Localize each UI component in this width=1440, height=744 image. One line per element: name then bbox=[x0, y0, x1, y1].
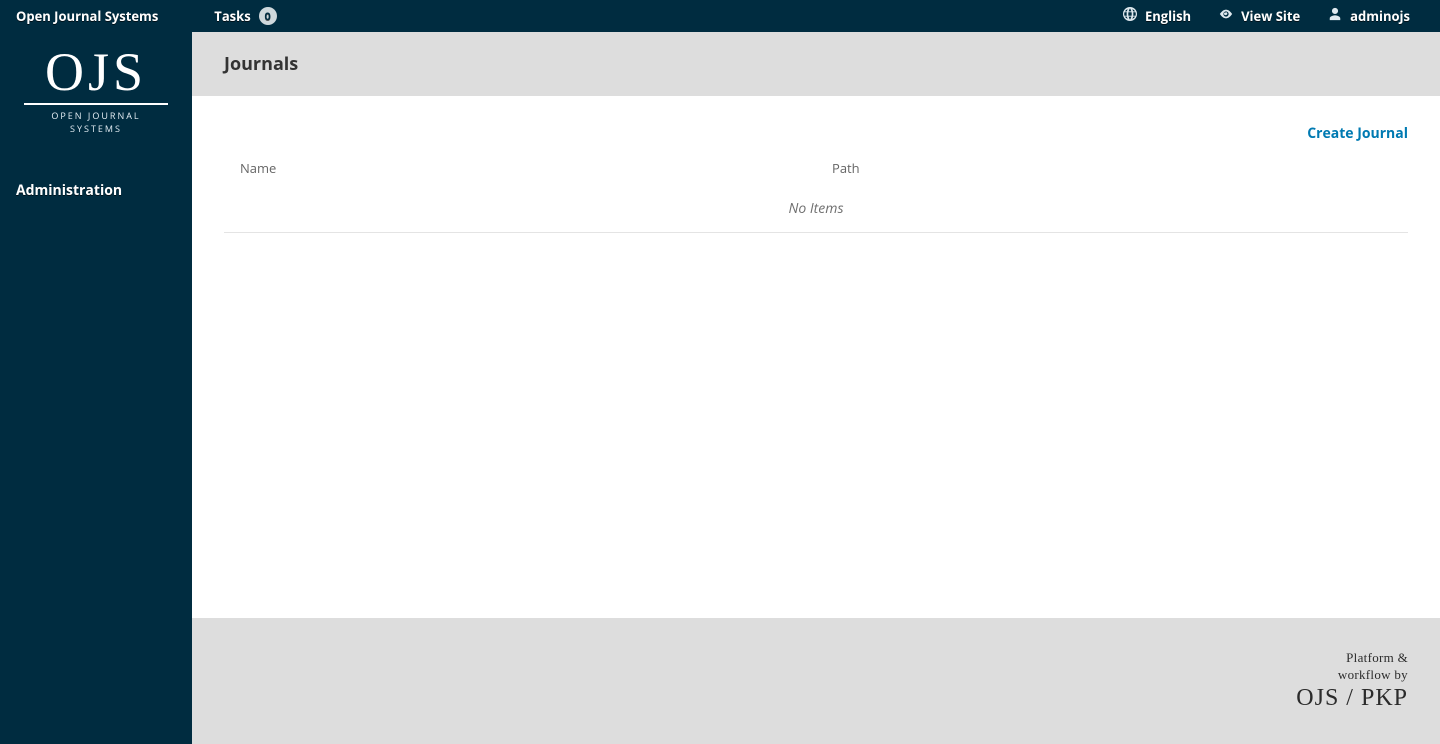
journals-table: Name Path No Items bbox=[224, 151, 1408, 233]
user-menu[interactable]: adminojs bbox=[1314, 7, 1424, 25]
footer: Platform & workflow by OJS / PKP bbox=[192, 618, 1440, 744]
sidebar: OJS OPEN JOURNAL SYSTEMS Administration bbox=[0, 32, 192, 744]
footer-line-1b: workflow by bbox=[1296, 667, 1408, 683]
logo[interactable]: OJS OPEN JOURNAL SYSTEMS bbox=[0, 48, 192, 151]
table-empty-row: No Items bbox=[224, 185, 1408, 233]
globe-icon bbox=[1123, 7, 1137, 25]
view-site-label: View Site bbox=[1241, 7, 1300, 25]
create-journal-button[interactable]: Create Journal bbox=[1307, 124, 1408, 143]
tasks-label: Tasks bbox=[214, 7, 250, 25]
brand-name[interactable]: Open Journal Systems bbox=[16, 7, 198, 25]
page-content: Create Journal Name Path bbox=[192, 96, 1440, 618]
column-header-path: Path bbox=[816, 151, 1408, 185]
topbar: Open Journal Systems Tasks 0 English Vie… bbox=[0, 0, 1440, 32]
main-panel: Journals Create Journal Name Path bbox=[192, 32, 1440, 744]
logo-subtext: OPEN JOURNAL SYSTEMS bbox=[24, 109, 168, 135]
pkp-logo[interactable]: Platform & workflow by OJS / PKP bbox=[1296, 650, 1408, 712]
language-label: English bbox=[1145, 7, 1191, 25]
page-title: Journals bbox=[224, 52, 1408, 76]
tasks-button[interactable]: Tasks 0 bbox=[214, 7, 276, 25]
user-icon bbox=[1328, 7, 1342, 25]
tasks-count-badge: 0 bbox=[259, 7, 277, 25]
footer-line-1a: Platform & bbox=[1296, 650, 1408, 666]
user-label: adminojs bbox=[1350, 7, 1410, 25]
table-empty-text: No Items bbox=[224, 185, 1408, 233]
page-header: Journals bbox=[192, 32, 1440, 96]
eye-icon bbox=[1219, 7, 1233, 25]
view-site-link[interactable]: View Site bbox=[1205, 7, 1314, 25]
column-header-name: Name bbox=[224, 151, 816, 185]
sidebar-item-administration[interactable]: Administration bbox=[0, 169, 192, 212]
language-switcher[interactable]: English bbox=[1109, 7, 1205, 25]
footer-mark: OJS / PKP bbox=[1296, 685, 1408, 712]
logo-text: OJS bbox=[24, 48, 168, 105]
content-toolbar: Create Journal bbox=[224, 120, 1408, 151]
